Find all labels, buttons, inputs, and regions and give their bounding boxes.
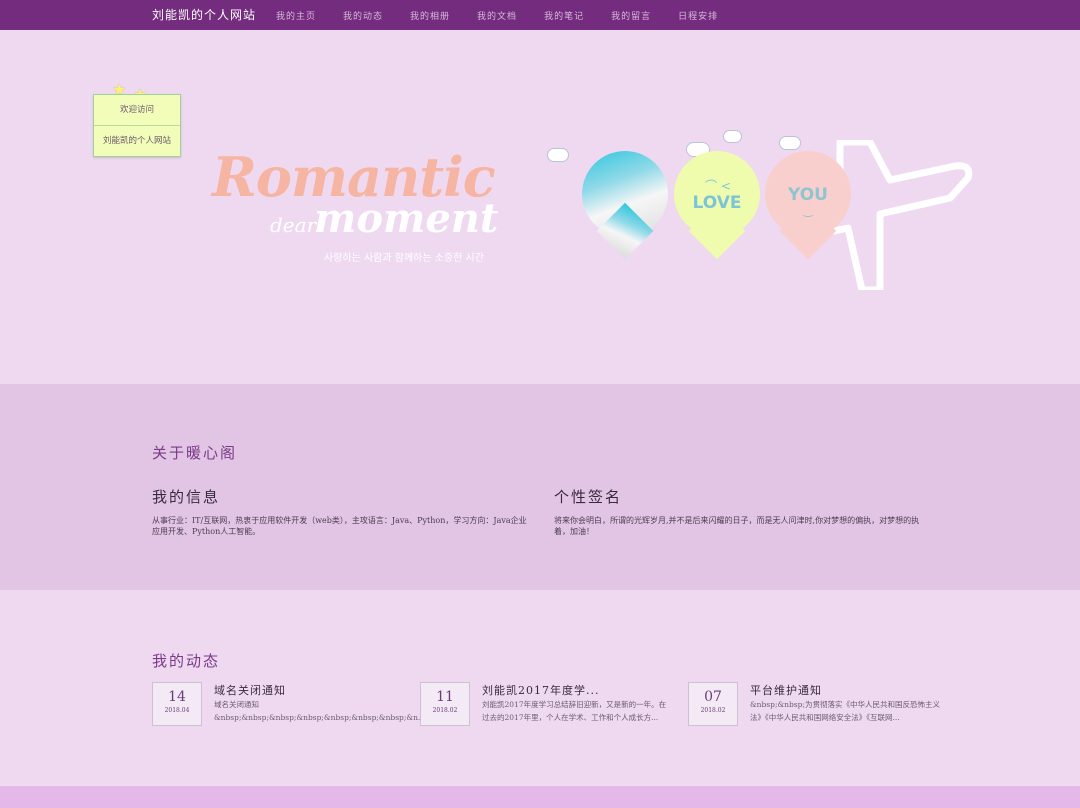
news-item[interactable]: 07 2018.02 平台维护通知 &nbsp;&nbsp;为贯彻落实《中华人民… [688, 682, 943, 762]
smile-icon: ‿ [803, 203, 813, 217]
signature-column: 个性签名 将来你会明白，所谓的光辉岁月,并不是后来闪耀的日子，而是无人问津时,你… [554, 486, 934, 537]
site-brand[interactable]: 刘能凯的个人网站 [152, 6, 256, 23]
my-info-title: 我的信息 [152, 488, 221, 506]
signature-text: 将来你会明白，所谓的光辉岁月,并不是后来闪耀的日子，而是无人问津时,你对梦想的偏… [554, 516, 920, 536]
news-heading: 我的动态 [152, 652, 221, 670]
date-day: 11 [436, 689, 454, 705]
welcome-line-1: 欢迎访问 [94, 95, 180, 126]
wink-face-icon: ⌒ < [705, 179, 731, 193]
date-badge: 14 2018.04 [152, 682, 202, 726]
my-info-text: 从事行业：IT/互联网，热衷于应用软件开发（web类），主攻语言：Java、Py… [152, 516, 527, 536]
logo-word-moment: moment [314, 195, 499, 242]
signature-title: 个性签名 [554, 488, 623, 506]
nav-item-activity[interactable]: 我的动态 [343, 9, 383, 22]
date-year-month: 2018.02 [700, 707, 726, 714]
nav-item-messages[interactable]: 我的留言 [611, 9, 651, 22]
love-label: LOVE [692, 193, 742, 213]
news-desc: &nbsp;&nbsp;为贯彻落实《中华人民共和国反恐怖主义法》《中华人民共和国… [750, 700, 940, 722]
top-nav: 刘能凯的个人网站 我的主页 我的动态 我的相册 我的文档 我的笔记 我的留言 日… [0, 0, 1080, 30]
nav-item-documents[interactable]: 我的文档 [477, 9, 517, 22]
news-title[interactable]: 域名关闭通知 [214, 682, 286, 698]
about-section: 关于暖心阁 我的信息 从事行业：IT/互联网，热衷于应用软件开发（web类），主… [0, 384, 1080, 590]
my-info-column: 我的信息 从事行业：IT/互联网，热衷于应用软件开发（web类），主攻语言：Ja… [152, 486, 532, 537]
news-item[interactable]: 14 2018.04 域名关闭通知 域名关闭通知 &nbsp;&nbsp;&nb… [152, 682, 426, 762]
logo-subtitle: 사랑하는 사람과 함께하는 소중한 시간 [324, 253, 484, 264]
nav-item-schedule[interactable]: 日程安排 [678, 9, 718, 22]
romantic-moment-logo: Romantic dear. moment 사랑하는 사람과 함께하는 소중한 … [212, 145, 512, 265]
welcome-sign: 欢迎访问 刘能凯的个人网站 [93, 94, 181, 157]
logo-word-dear: dear. [270, 213, 321, 237]
news-section: 我的动态 14 2018.04 域名关闭通知 域名关闭通知 &nbsp;&nbs… [0, 590, 1080, 786]
date-day: 07 [704, 689, 722, 705]
news-title[interactable]: 平台维护通知 [750, 682, 822, 698]
news-item[interactable]: 11 2018.02 刘能凯2017年度学... 刘能凯2017年度学习总结辞旧… [420, 682, 675, 762]
love-balloon: ⌒ < LOVE [674, 151, 760, 237]
nav-item-notes[interactable]: 我的笔记 [544, 9, 584, 22]
you-balloon: YOU ‿ [765, 151, 851, 237]
nav-menu: 我的主页 我的动态 我的相册 我的文档 我的笔记 我的留言 日程安排 [276, 9, 745, 22]
you-label: YOU [788, 185, 828, 205]
welcome-line-2: 刘能凯的个人网站 [102, 136, 171, 146]
cloud-icon [723, 130, 742, 143]
nav-item-home[interactable]: 我的主页 [276, 9, 316, 22]
date-year-month: 2018.02 [432, 707, 458, 714]
nav-item-album[interactable]: 我的相册 [410, 9, 450, 22]
news-desc: 刘能凯2017年度学习总结辞旧迎新，又是新的一年。在过去的2017年里，个人在学… [482, 700, 667, 722]
date-day: 14 [168, 689, 186, 705]
date-badge: 11 2018.02 [420, 682, 470, 726]
cloud-icon [779, 136, 801, 150]
news-desc: 域名关闭通知 &nbsp;&nbsp;&nbsp;&nbsp;&nbsp;&nb… [214, 700, 426, 722]
date-badge: 07 2018.02 [688, 682, 738, 726]
cloud-icon [547, 148, 569, 162]
about-heading: 关于暖心阁 [152, 444, 238, 462]
footer-bar [0, 786, 1080, 808]
date-year-month: 2018.04 [164, 707, 190, 714]
news-title[interactable]: 刘能凯2017年度学... [482, 682, 599, 698]
photo-balloon [582, 151, 668, 237]
